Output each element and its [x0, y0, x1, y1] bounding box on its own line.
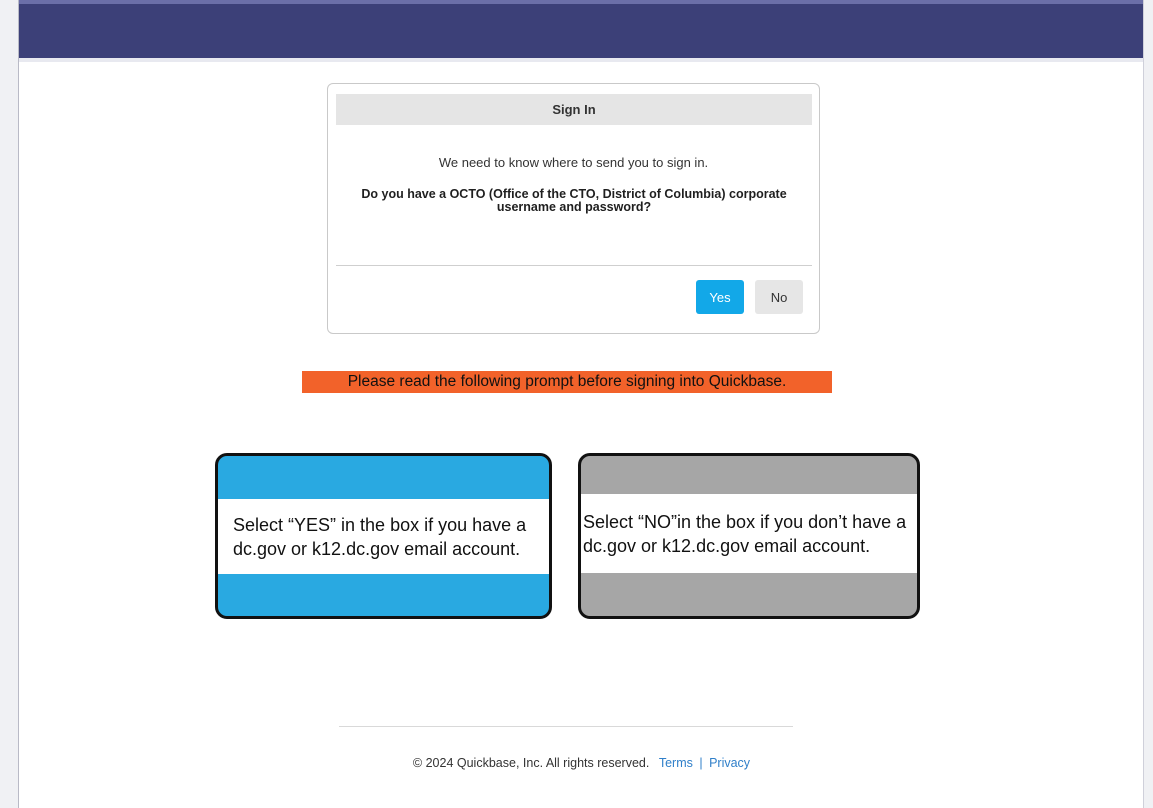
no-instruction-box: Select “NO”in the box if you don’t have …: [578, 453, 920, 619]
footer-separator: |: [699, 756, 703, 770]
copyright-text: © 2024 Quickbase, Inc. All rights reserv…: [412, 756, 650, 770]
signin-title: Sign In: [336, 94, 812, 125]
footer-divider: [339, 726, 793, 727]
yes-instruction-box: Select “YES” in the box if you have a dc…: [215, 453, 552, 619]
no-button[interactable]: No: [755, 280, 803, 314]
page-edge: [1143, 0, 1144, 808]
banner-shadow: [19, 58, 1144, 62]
page: Sign In We need to know where to send yo…: [18, 0, 1144, 808]
privacy-link[interactable]: Privacy: [709, 756, 750, 770]
terms-link[interactable]: Terms: [659, 756, 693, 770]
signin-question: Do you have a OCTO (Office of the CTO, D…: [361, 187, 787, 214]
notice-banner: Please read the following prompt before …: [302, 371, 832, 393]
yes-button[interactable]: Yes: [696, 280, 744, 314]
signin-card: Sign In We need to know where to send yo…: [327, 83, 820, 334]
signin-message: We need to know where to send you to sig…: [438, 155, 709, 170]
card-divider: [336, 265, 812, 266]
footer: © 2024 Quickbase, Inc. All rights reserv…: [19, 756, 1144, 770]
yes-instruction-text: Select “YES” in the box if you have a dc…: [218, 499, 549, 574]
top-banner: [19, 0, 1144, 58]
no-instruction-text: Select “NO”in the box if you don’t have …: [581, 494, 917, 573]
